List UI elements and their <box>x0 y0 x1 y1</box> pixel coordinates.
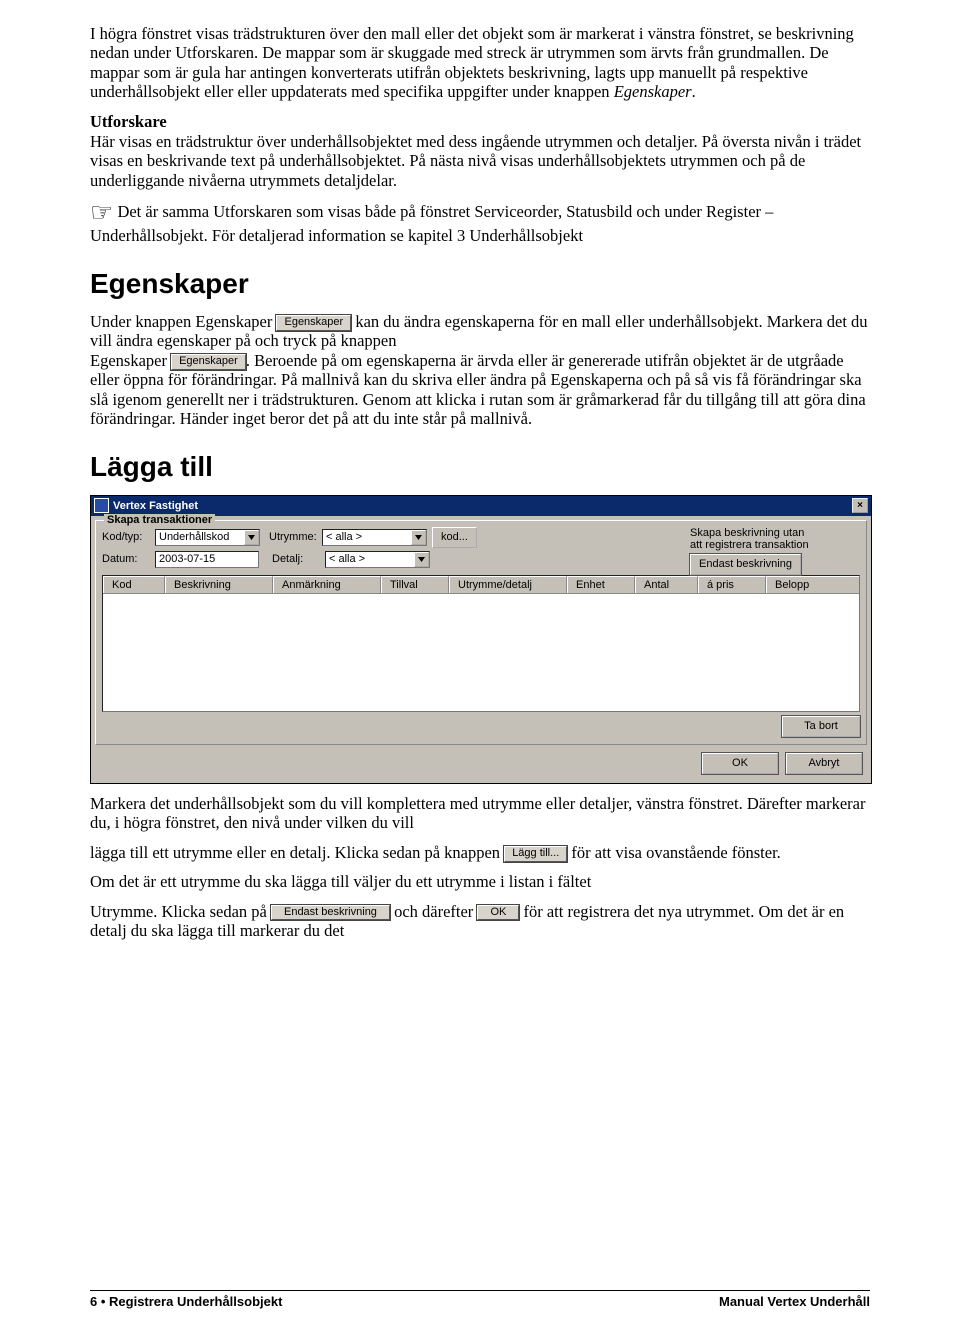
after-para-2: lägga till ett utrymme eller en detalj. … <box>90 843 870 862</box>
note-paragraph: ☞ Det är samma Utforskaren som visas båd… <box>90 200 870 245</box>
dropdown-kod[interactable]: Underhållskod <box>155 529 260 546</box>
label-datum: Datum: <box>102 553 150 565</box>
col-antal[interactable]: Antal <box>635 576 698 593</box>
col-anmarkning[interactable]: Anmärkning <box>273 576 381 593</box>
label-utrymme: Utrymme: <box>269 531 317 543</box>
page-footer: 6 • Registrera Underhållsobjekt Manual V… <box>90 1290 870 1309</box>
chevron-down-icon <box>411 530 426 545</box>
intro-paragraph: I högra fönstret visas trädstrukturen öv… <box>90 24 870 102</box>
heading-egenskaper: Egenskaper <box>90 268 870 300</box>
col-kod[interactable]: Kod <box>103 576 165 593</box>
endast-beskrivning-inline-button[interactable]: Endast beskrivning <box>271 905 390 920</box>
dropdown-utrymme[interactable]: < alla > <box>322 529 427 546</box>
list-area[interactable]: Kod Beskrivning Anmärkning Tillval Utrym… <box>102 575 860 712</box>
label-kod: Kod/typ: <box>102 531 150 543</box>
ok-inline-button[interactable]: OK <box>477 905 519 920</box>
chevron-down-icon <box>244 530 259 545</box>
app-icon <box>94 498 109 513</box>
col-enhet[interactable]: Enhet <box>567 576 635 593</box>
egenskaper-paragraph: Under knappen Egenskaper Egenskaper kan … <box>90 312 870 429</box>
dropdown-detalj[interactable]: < alla > <box>325 551 430 568</box>
utforskare-heading: Utforskare <box>90 112 870 132</box>
input-datum[interactable]: 2003-07-15 <box>155 551 259 568</box>
col-beskrivning[interactable]: Beskrivning <box>165 576 273 593</box>
chevron-down-icon <box>414 552 429 567</box>
utforskare-body: Här visas en trädstruktur över underhåll… <box>90 132 870 190</box>
note-right: Skapa beskrivning utan att registrera tr… <box>680 527 860 575</box>
after-para-3: Om det är ett utrymme du ska lägga till … <box>90 872 870 891</box>
col-apris[interactable]: á pris <box>698 576 766 593</box>
after-para-4: Utrymme. Klicka sedan på Endast beskrivn… <box>90 902 870 941</box>
window-title: Vertex Fastighet <box>113 500 198 512</box>
tabort-button[interactable]: Ta bort <box>782 716 860 737</box>
avbryt-button[interactable]: Avbryt <box>786 753 862 774</box>
ok-button[interactable]: OK <box>702 753 778 774</box>
groupbox-legend: Skapa transaktioner <box>104 514 215 526</box>
list-header: Kod Beskrivning Anmärkning Tillval Utrym… <box>103 576 859 594</box>
col-utrymmedetalj[interactable]: Utrymme/detalj <box>449 576 567 593</box>
close-icon[interactable]: × <box>852 498 868 513</box>
lagg-till-button[interactable]: Lägg till... <box>504 846 567 862</box>
groupbox-skapa: Skapa transaktioner Kod/typ: Underhållsk… <box>95 520 867 745</box>
col-belopp[interactable]: Belopp <box>766 576 859 593</box>
heading-lagga-till: Lägga till <box>90 451 870 483</box>
titlebar: Vertex Fastighet × <box>91 496 871 516</box>
dialog-window: Vertex Fastighet × Skapa transaktioner K… <box>90 495 872 784</box>
egenskaper-button[interactable]: Egenskaper <box>276 315 351 331</box>
egenskaper-button-2[interactable]: Egenskaper <box>171 354 246 370</box>
label-detalj: Detalj: <box>272 553 320 565</box>
after-para-1: Markera det underhållsobjekt som du vill… <box>90 794 870 833</box>
endast-beskrivning-button[interactable]: Endast beskrivning <box>690 554 801 575</box>
col-tillval[interactable]: Tillval <box>381 576 449 593</box>
kod-button[interactable]: kod... <box>432 527 477 548</box>
hand-icon: ☞ <box>90 198 113 227</box>
